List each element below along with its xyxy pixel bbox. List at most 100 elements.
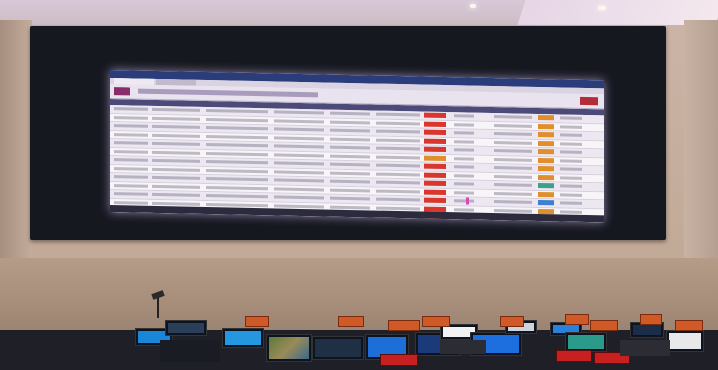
grid-cell [274,127,324,132]
grid-cell [206,160,268,165]
operator-monitor [266,334,312,362]
grid-cell [152,116,200,121]
grid-cell [494,132,532,136]
grid-cell [376,189,420,193]
category-tag [538,157,554,163]
grid-cell [274,195,324,200]
desk-placard [590,320,618,331]
desk-placard-red [556,350,592,362]
category-tag [538,123,554,129]
grid-cell [206,185,268,190]
grid-cell [454,148,474,152]
desk-placard [388,320,420,331]
grid-cell [494,200,532,204]
grid-cell [206,143,268,148]
operator-monitor [565,332,607,352]
highlight-marker [466,197,469,205]
grid-cell [274,152,324,157]
app-logo [114,87,130,96]
grid-cell [494,183,532,187]
status-indicator [424,163,446,170]
grid-cell [376,129,420,134]
desk-placard [675,320,703,331]
grid-cell [376,138,420,142]
status-indicator [424,180,446,187]
grid-cell [114,124,148,128]
grid-cell [152,133,200,138]
grid-cell [206,202,268,207]
grid-cell [560,192,582,197]
grid-cell [152,150,200,155]
grid-cell [206,109,268,114]
status-indicator [424,189,446,195]
grid-cell [330,145,370,150]
grid-cell [560,150,582,154]
grid-cell [376,197,420,202]
status-indicator [424,172,446,178]
ceiling-light [470,4,476,8]
grid-cell [560,116,582,120]
grid-cell [330,154,370,158]
operator-monitor [222,328,264,348]
grid-cell [560,175,582,180]
brand-logo [580,96,598,106]
grid-cell [494,191,532,196]
grid-cell [114,166,148,171]
monitor-screen [315,339,361,357]
grid-cell [494,140,532,145]
grid-cell [206,151,268,156]
grid-cell [274,186,324,191]
grid-cell [206,126,268,131]
grid-cell [376,172,420,176]
category-tag [538,208,554,214]
grid-cell [376,155,420,159]
grid-cell [330,188,370,192]
grid-cell [330,120,370,124]
grid-cell [330,162,370,167]
grid-cell [152,175,200,180]
category-tag [538,131,554,138]
grid-cell [454,165,474,169]
grid-cell [560,124,582,129]
grid-cell [152,141,200,146]
grid-cell [330,205,370,209]
grid-cell [454,207,474,212]
status-indicator [424,121,446,127]
desk-placard-red [380,354,418,366]
grid-cell [330,128,370,133]
grid-cell [330,196,370,201]
desk-placard [422,316,450,327]
grid-cell [114,132,148,137]
app-nav [138,88,318,98]
monitor-screen [669,333,701,349]
grid-cell [494,123,532,128]
monitor-screen [568,335,604,349]
grid-cell [376,121,420,125]
grid-cell [560,167,582,171]
grid-cell [206,168,268,173]
grid-cell [560,141,582,146]
grid-cell [114,192,148,196]
operator-monitor [666,330,704,352]
grid-cell [454,182,474,186]
grid-cell [454,190,474,195]
grid-cell [376,112,420,117]
grid-cell [152,107,200,112]
grid-cell [330,137,370,141]
grid-cell [114,115,148,120]
grid-cell [152,192,200,197]
console-panel [440,340,486,354]
grid-cell [494,208,532,213]
desk-placard [565,314,589,325]
grid-cell [454,199,474,203]
grid-cell [274,161,324,166]
category-tag [538,140,554,146]
grid-cell [114,158,148,162]
grid-cell [274,110,324,115]
desk-placard [500,316,524,327]
grid-cell [274,178,324,183]
grid-cell [330,179,370,184]
grid-cell [152,184,200,189]
grid-cell [376,180,420,185]
category-tag [538,174,554,180]
